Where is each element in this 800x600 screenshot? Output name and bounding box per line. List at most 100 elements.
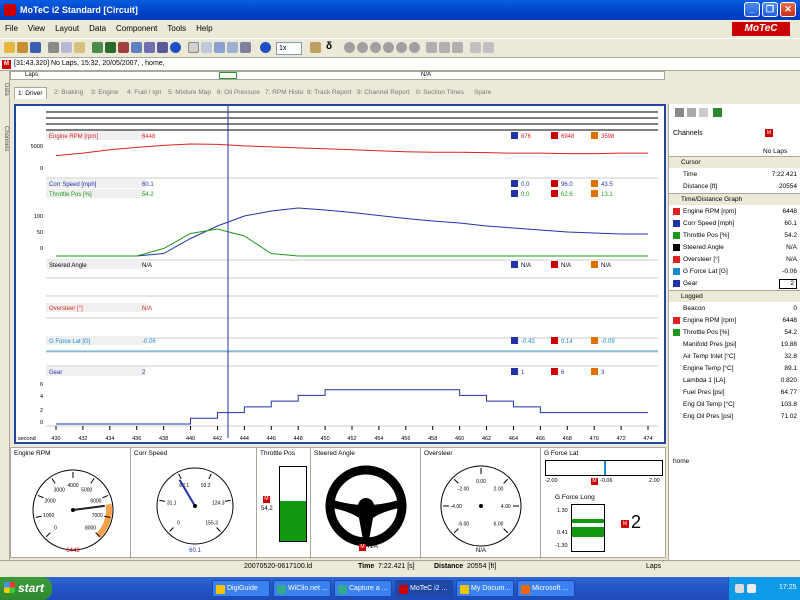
throttle-gauge[interactable]: Throttle Pos M 54.2	[257, 448, 311, 559]
engine-rpm-gauge[interactable]: Engine RPM 0 1000 2000 3000 4000 5000 6000 7000…	[11, 448, 131, 559]
channel-row[interactable]: Engine Temp [°C] 89.1	[669, 363, 800, 375]
menu-help[interactable]: Help	[191, 20, 217, 37]
graph-icon[interactable]	[144, 42, 155, 53]
channel-row[interactable]: Distance [ft] 20554	[669, 181, 800, 193]
menu-data[interactable]: Data	[84, 20, 111, 37]
worksheet-icon[interactable]	[105, 42, 116, 53]
minimize-button[interactable]: _	[744, 2, 760, 17]
channel-row[interactable]: Air Temp Inlet [°C] 32.8	[669, 351, 800, 363]
channel-row[interactable]: Oversteer [°] N/A	[669, 254, 800, 266]
channel-row[interactable]: Beacon 0	[669, 303, 800, 315]
channel-row[interactable]: Eng Oil Pres [psi] 71.02	[669, 411, 800, 423]
save-icon[interactable]	[30, 42, 41, 53]
overlay-icon[interactable]	[201, 42, 212, 53]
play-icon[interactable]	[260, 42, 271, 53]
cut-icon[interactable]	[48, 42, 59, 53]
channel-row[interactable]: Throttle Pos [%] 54.2	[669, 327, 800, 339]
tab-track-report[interactable]: 8: Track Report	[307, 89, 351, 96]
task-my-documents[interactable]: My Docum...	[456, 580, 514, 597]
laps-bar[interactable]: Laps N/A	[10, 71, 665, 80]
task-motec[interactable]: MoTeC i2 ...	[395, 580, 453, 597]
section-time-distance-graph[interactable]: Time/Distance Graph	[669, 193, 800, 205]
info-icon[interactable]	[170, 42, 181, 53]
tab-driver[interactable]: 1: Driver	[14, 87, 47, 99]
side-tab-data[interactable]: Data	[1, 83, 9, 109]
compare-icon[interactable]	[214, 42, 225, 53]
cursor-icon[interactable]	[188, 42, 199, 53]
menu-component[interactable]: Component	[111, 20, 162, 37]
tab-channel-report[interactable]: 9: Channel Report	[357, 89, 410, 96]
zoom-y-icon[interactable]	[383, 42, 394, 53]
tab-oil-pressure[interactable]: 6: Oil Pressure	[217, 89, 260, 96]
marker-icon[interactable]	[310, 42, 321, 53]
menu-tools[interactable]: Tools	[162, 20, 191, 37]
sync-icon[interactable]	[426, 42, 437, 53]
start-button[interactable]: start	[0, 577, 52, 600]
open-icon[interactable]	[4, 42, 15, 53]
tab-mixture-map[interactable]: 5: Mixture Map	[168, 89, 211, 96]
graph-svg[interactable]: Engine RPM [rpm] 6448 876 6948 3598Corr Spee…	[16, 106, 664, 442]
table-icon[interactable]	[131, 42, 142, 53]
zoom-fit-icon[interactable]	[396, 42, 407, 53]
channel-row[interactable]: Lambda 1 [LA] 0.820	[669, 375, 800, 387]
time-distance-graph[interactable]: Engine RPM [rpm] 6448 876 6948 3598 Corr Spee…	[14, 104, 666, 444]
filter-icon[interactable]	[240, 42, 251, 53]
channel-row[interactable]: G Force Lat [G] -0.06	[669, 266, 800, 278]
channel-row[interactable]: Engine RPM [rpm] 6448	[669, 315, 800, 327]
task-wiclio[interactable]: WiClio.net ...	[273, 580, 331, 597]
corr-speed-gauge[interactable]: Corr Speed 031.162.193.2124.3155.360.1	[131, 448, 257, 559]
panel-columns-icon[interactable]	[687, 108, 696, 117]
tab-spare[interactable]: Spare	[474, 89, 491, 96]
app-icon[interactable]	[4, 4, 16, 16]
section-cursor[interactable]: Cursor	[669, 156, 800, 168]
channel-row[interactable]: Engine RPM [rpm] 6448	[669, 206, 800, 218]
side-tab-channels[interactable]: Channels	[1, 126, 9, 176]
network-icon[interactable]	[735, 584, 744, 593]
task-digiguide[interactable]: DigiGuide	[212, 580, 270, 597]
tab-engine[interactable]: 3: Engine	[91, 89, 118, 96]
tab-fuel-ign[interactable]: 4: Fuel / Ign	[127, 89, 161, 96]
zoom-in-icon[interactable]	[344, 42, 355, 53]
task-microsoft[interactable]: Microsoft ...	[517, 580, 575, 597]
menu-view[interactable]: View	[23, 20, 50, 37]
task-capture[interactable]: Capture a ...	[334, 580, 392, 597]
zoom-out-icon[interactable]	[357, 42, 368, 53]
menu-layout[interactable]: Layout	[50, 20, 84, 37]
channel-row[interactable]: Eng Oil Temp [°C] 103.8	[669, 399, 800, 411]
delta-icon[interactable]: δ	[326, 42, 337, 53]
tab-rpm-histo[interactable]: 7: RPM Histo	[265, 89, 303, 96]
workbook-icon[interactable]	[92, 42, 103, 53]
lock-icon[interactable]	[439, 42, 450, 53]
copy-icon[interactable]	[61, 42, 72, 53]
lap-marker[interactable]	[219, 72, 237, 79]
channel-row[interactable]: Steered Angle N/A	[669, 242, 800, 254]
menu-file[interactable]: File	[0, 20, 23, 37]
tab-braking[interactable]: 2: Braking	[54, 89, 83, 96]
channel-row[interactable]: Manifold Pres [psi] 19.88	[669, 339, 800, 351]
panel-grid-icon[interactable]	[699, 108, 708, 117]
channel-row[interactable]: Time 7:22.421	[669, 169, 800, 181]
channel-icon[interactable]	[118, 42, 129, 53]
channel-row[interactable]: Gear 2	[669, 278, 800, 290]
layout-icon[interactable]	[470, 42, 481, 53]
properties-icon[interactable]	[157, 42, 168, 53]
channel-row[interactable]: Corr Speed [mph] 60.1	[669, 218, 800, 230]
steered-angle-gauge[interactable]: Steered Angle M N/A	[311, 448, 421, 559]
panel-options-icon[interactable]	[675, 108, 684, 117]
section-logged[interactable]: Logged	[669, 290, 800, 302]
options-icon[interactable]	[483, 42, 494, 53]
gforce-gauges[interactable]: G Force Lat -2.00 M -0.06 2.00 G Force L…	[541, 448, 667, 559]
zoom-x-icon[interactable]	[370, 42, 381, 53]
restore-button[interactable]: ❐	[762, 2, 778, 17]
paste-icon[interactable]	[74, 42, 85, 53]
range-icon[interactable]	[227, 42, 238, 53]
tab-section-times[interactable]: 0: Section Times	[416, 89, 464, 96]
close-button[interactable]: ✕	[780, 2, 796, 17]
channel-row[interactable]: Fuel Pres [psi] 64.77	[669, 387, 800, 399]
zoom-select[interactable]: 1x	[276, 42, 302, 55]
open-folder-icon[interactable]	[17, 42, 28, 53]
panel-export-icon[interactable]	[713, 108, 722, 117]
channel-row[interactable]: Throttle Pos [%] 54.2	[669, 230, 800, 242]
volume-icon[interactable]	[747, 584, 756, 593]
oversteer-gauge[interactable]: Oversteer -6.00 -4.00 -2.00 0.00 2.00 4.00 6.0…	[421, 448, 541, 559]
